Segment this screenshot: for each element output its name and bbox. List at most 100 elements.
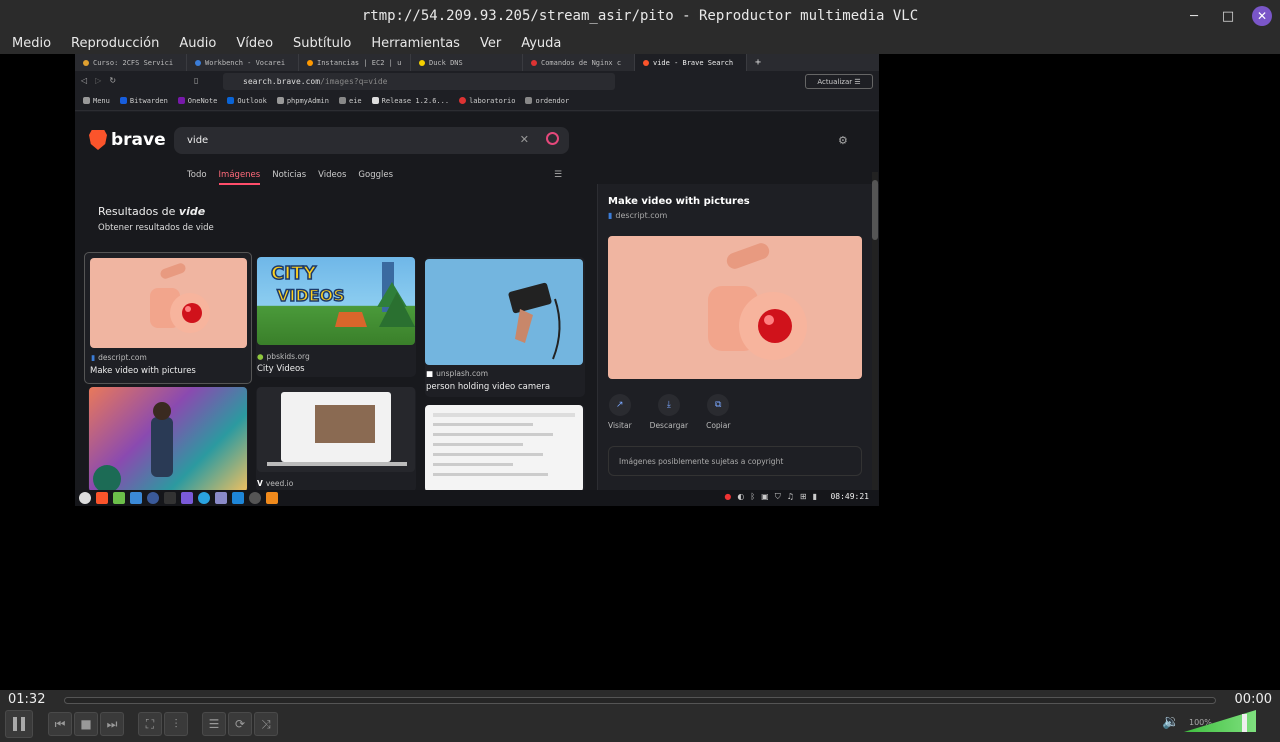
volume-slider[interactable]	[1184, 710, 1256, 732]
shuffle-button[interactable]: ⤨	[254, 712, 278, 736]
image-result-card[interactable]: Vveed.io	[256, 387, 416, 492]
bookmark-item[interactable]: Bitwarden	[119, 97, 168, 105]
bookmark-item[interactable]: ordendor	[525, 97, 569, 105]
image-result-card[interactable]	[88, 387, 248, 492]
maximize-button[interactable]: □	[1218, 6, 1238, 26]
video-area[interactable]: Curso: 2CFS Servici Workbench - Vocarei …	[0, 54, 1280, 690]
clear-icon[interactable]: ✕	[520, 133, 529, 146]
new-tab-icon[interactable]: +	[755, 57, 761, 68]
bookmark-item[interactable]: OneNote	[177, 97, 217, 105]
mint-menu-icon[interactable]	[79, 492, 91, 504]
menu-ver[interactable]: Ver	[480, 36, 501, 51]
image-result-card[interactable]: ■ unsplash.com person holding video camer…	[425, 257, 585, 397]
bookmark-item[interactable]: Outlook	[227, 97, 267, 105]
minimize-button[interactable]: ─	[1184, 6, 1204, 26]
scrollbar-thumb[interactable]	[872, 180, 878, 240]
site-icon: ●	[257, 352, 264, 361]
browser-tab[interactable]: Comandos de Nginx c	[523, 54, 635, 71]
browser-tab[interactable]: Curso: 2CFS Servici	[75, 54, 187, 71]
panel-preview-image[interactable]	[608, 236, 862, 379]
bookmark-item[interactable]: Release 1.2.6...	[371, 97, 449, 105]
bookmark-item[interactable]: eie	[338, 97, 362, 105]
elapsed-time[interactable]: 01:32	[8, 692, 45, 707]
forward-icon[interactable]: ▷	[95, 76, 101, 85]
remaining-time[interactable]: 00:00	[1235, 692, 1272, 707]
browser-tab[interactable]: Duck DNS	[411, 54, 523, 71]
filters-icon[interactable]: ☰	[554, 170, 562, 180]
notes-icon[interactable]	[215, 492, 227, 504]
bookmark-item[interactable]: phpmyAdmin	[276, 97, 329, 105]
bookmark-icon[interactable]: ▯	[194, 76, 198, 85]
wifi-icon[interactable]: ◐	[737, 492, 744, 502]
volume-handle[interactable]	[1242, 714, 1247, 732]
close-button[interactable]: ✕	[1252, 6, 1272, 26]
search-input[interactable]: vide ✕	[174, 127, 569, 154]
browser-tab-active[interactable]: vide - Brave Search	[635, 54, 747, 71]
search-icon[interactable]	[546, 132, 559, 145]
taskbar-clock[interactable]: 08:49:21	[830, 492, 869, 501]
vlc-taskbar-icon[interactable]	[266, 492, 278, 504]
extended-settings-button[interactable]: ⫶	[164, 712, 188, 736]
brave-taskbar-icon[interactable]	[96, 492, 108, 504]
menu-medio[interactable]: Medio	[12, 36, 51, 51]
tab-todo[interactable]: Todo	[187, 170, 207, 185]
copyright-notice[interactable]: Imágenes posiblemente sujetas a copyrigh…	[608, 446, 862, 476]
seek-bar[interactable]	[64, 697, 1216, 704]
back-icon[interactable]: ◁	[81, 76, 87, 85]
telegram-icon[interactable]	[198, 492, 210, 504]
firefox-icon[interactable]	[147, 492, 159, 504]
loop-button[interactable]: ⟳	[228, 712, 252, 736]
brave-logo[interactable]: brave	[89, 130, 166, 150]
menu-audio[interactable]: Audio	[179, 36, 216, 51]
update-button[interactable]: Actualizar ☰	[805, 74, 873, 89]
menu-ayuda[interactable]: Ayuda	[521, 36, 561, 51]
tab-imagenes[interactable]: Imágenes	[218, 170, 261, 185]
panel-source[interactable]: ▮ descript.com	[608, 211, 667, 220]
reload-icon[interactable]: ↻	[109, 76, 116, 85]
tab-noticias[interactable]: Noticias	[272, 170, 306, 185]
record-icon[interactable]: ●	[724, 492, 731, 502]
battery-icon[interactable]: ▮	[813, 492, 817, 502]
city-title-line2: VIDEOS	[277, 286, 345, 305]
image-result-card[interactable]: ▮ descript.com Make video with pictures	[84, 252, 252, 384]
result-source: ● pbskids.org	[257, 352, 310, 361]
page-scrollbar[interactable]	[872, 172, 878, 506]
stop-button[interactable]: ■	[74, 712, 98, 736]
image-result-card[interactable]: CITY VIDEOS ● pbskids.org City Videos	[256, 257, 416, 377]
terminal-icon[interactable]	[164, 492, 176, 504]
outlook-icon	[227, 97, 235, 104]
next-button[interactable]: ⏭	[100, 712, 124, 736]
fullscreen-button[interactable]: ⛶	[138, 712, 162, 736]
url-bar[interactable]: search.brave.com/images?q=vide	[223, 73, 615, 90]
tab-goggles[interactable]: Goggles	[358, 170, 393, 185]
menu-herramientas[interactable]: Herramientas	[371, 36, 460, 51]
obs-icon[interactable]	[249, 492, 261, 504]
previous-button[interactable]: ⏮	[48, 712, 72, 736]
volume-icon[interactable]: 🔉	[1162, 714, 1179, 730]
menu-reproduccion[interactable]: Reproducción	[71, 36, 159, 51]
vscode-icon[interactable]	[232, 492, 244, 504]
browser-tab[interactable]: Workbench - Vocarei	[187, 54, 299, 71]
copy-button[interactable]: ⧉ Copiar	[706, 394, 730, 430]
music-icon[interactable]: ♫	[787, 492, 794, 502]
bookmark-item[interactable]: laboratorio	[459, 97, 515, 105]
pause-button[interactable]	[5, 710, 33, 738]
apps-icon[interactable]	[181, 492, 193, 504]
result-source: ▮ descript.com	[91, 353, 147, 362]
files-icon[interactable]	[130, 492, 142, 504]
playlist-button[interactable]: ☰	[202, 712, 226, 736]
browser-tab[interactable]: Instancias | EC2 | u	[299, 54, 411, 71]
bookmark-item[interactable]: Menu	[83, 97, 110, 105]
download-button[interactable]: ⤓ Descargar	[650, 394, 688, 430]
settings-gear-icon[interactable]: ⚙	[838, 134, 848, 147]
visit-button[interactable]: ↗ Visitar	[608, 394, 632, 430]
image-result-card[interactable]	[425, 405, 585, 492]
bluetooth-icon[interactable]: ᛒ	[750, 492, 755, 502]
shield-icon[interactable]: ⛉	[775, 492, 781, 502]
clipboard-icon[interactable]: ▣	[761, 492, 769, 502]
menu-video[interactable]: Vídeo	[236, 36, 273, 51]
menu-subtitulo[interactable]: Subtítulo	[293, 36, 351, 51]
terminal-green-icon[interactable]	[113, 492, 125, 504]
network-icon[interactable]: ⊞	[800, 492, 807, 502]
tab-videos[interactable]: Videos	[318, 170, 346, 185]
